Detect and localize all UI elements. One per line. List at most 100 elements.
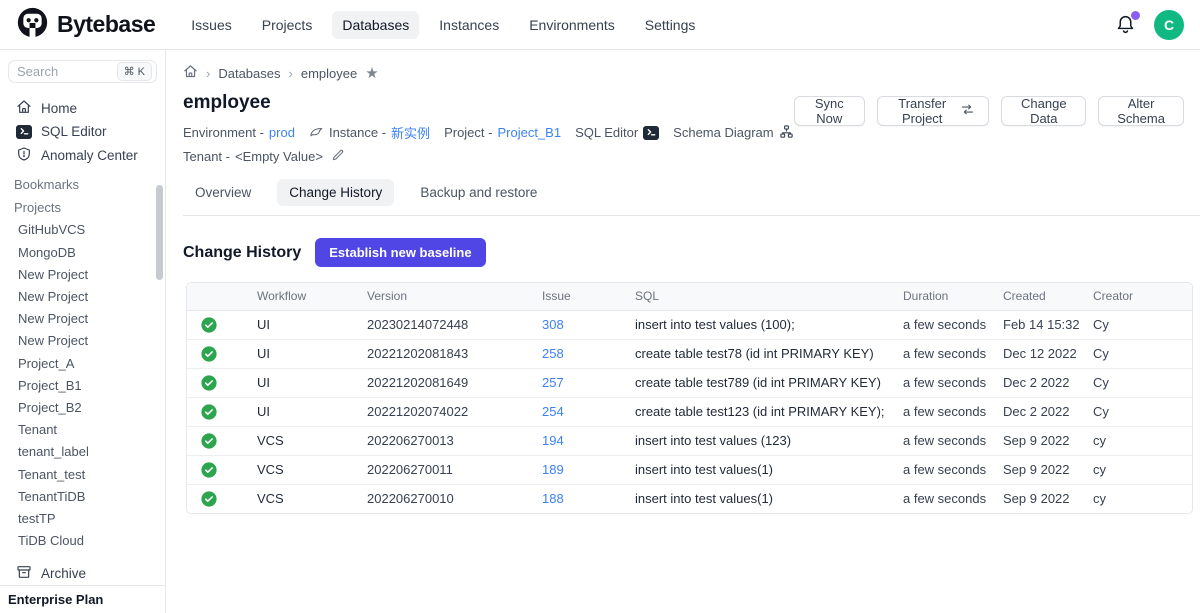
workflow-cell: UI [257,339,367,368]
version-cell: 20221202074022 [367,397,542,426]
sidebar-scrollbar[interactable] [156,185,163,280]
sql-editor-shortcut[interactable]: SQL Editor [575,125,659,140]
workflow-cell: VCS [257,455,367,484]
issue-cell: 188 [542,484,635,513]
tab-backup-restore[interactable]: Backup and restore [408,179,549,206]
sql-cell: create table test123 (id int PRIMARY KEY… [635,397,903,426]
issue-cell: 254 [542,397,635,426]
database-meta-row: Environment - prod Instance - 新实例 P [183,123,794,142]
main-content: › Databases › employee ★ employee Enviro… [166,50,1200,613]
created-cell: Feb 14 15:32 [1003,310,1093,339]
column-header: Version [367,283,542,310]
sql-cell: create table test789 (id int PRIMARY KEY… [635,368,903,397]
table-row[interactable]: UI 20221202081649 257 create table test7… [187,368,1193,397]
sidebar-project-item[interactable]: New Project [0,308,165,330]
shield-icon [16,146,32,165]
issue-link[interactable]: 194 [542,433,564,448]
nav-item-settings[interactable]: Settings [635,11,706,39]
sidebar-project-item[interactable]: testTP [0,507,165,529]
sidebar-project-item[interactable]: Project_B1 [0,374,165,396]
sidebar: ⌘ K Home SQL Editor [0,50,166,613]
sidebar-project-item[interactable]: tenant_label [0,441,165,463]
status-cell [187,455,257,484]
sidebar-project-item[interactable]: New Project [0,330,165,352]
breadcrumb-employee[interactable]: employee [301,66,357,81]
breadcrumb-databases[interactable]: Databases [218,66,280,81]
sidebar-project-item[interactable]: Project_B2 [0,396,165,418]
project-link[interactable]: Project_B1 [497,125,561,140]
nav-item-environments[interactable]: Environments [519,11,625,39]
issue-link[interactable]: 257 [542,375,564,390]
sidebar-project-item[interactable]: TiDB Cloud [0,530,165,552]
column-header: Created [1003,283,1093,310]
sidebar-item-anomaly-center[interactable]: Anomaly Center [0,144,165,167]
status-cell [187,484,257,513]
avatar[interactable]: C [1154,10,1184,40]
table-row[interactable]: VCS 202206270010 188 insert into test va… [187,484,1193,513]
issue-link[interactable]: 258 [542,346,564,361]
environment-link[interactable]: prod [269,125,295,140]
nav-item-projects[interactable]: Projects [252,11,323,39]
edit-pencil-icon[interactable] [331,148,345,165]
terminal-icon [643,126,659,140]
issue-link[interactable]: 189 [542,462,564,477]
breadcrumb-home-icon[interactable] [183,64,198,82]
breadcrumb-separator: › [289,66,293,81]
version-cell: 202206270011 [367,455,542,484]
sidebar-item-archive[interactable]: Archive [0,562,165,585]
creator-cell: Cy [1093,397,1193,426]
issue-cell: 308 [542,310,635,339]
sidebar-project-item[interactable]: Tenant [0,419,165,441]
table-row[interactable]: UI 20221202081843 258 create table test7… [187,339,1193,368]
issue-cell: 257 [542,368,635,397]
transfer-arrows-icon [960,102,975,120]
issue-cell: 258 [542,339,635,368]
instance-link[interactable]: 新实例 [391,123,430,142]
nav-item-issues[interactable]: Issues [181,11,241,39]
table-row[interactable]: VCS 202206270013 194 insert into test va… [187,426,1193,455]
sidebar-project-item[interactable]: Project_A [0,352,165,374]
notification-bell-icon[interactable] [1115,14,1136,35]
table-row[interactable]: UI 20230214072448 308 insert into test v… [187,310,1193,339]
schema-diagram-shortcut[interactable]: Schema Diagram [673,124,793,142]
duration-cell: a few seconds [903,455,1003,484]
nav-item-databases[interactable]: Databases [332,11,419,39]
search-input[interactable] [17,64,103,79]
issue-link[interactable]: 308 [542,317,564,332]
status-done-icon [201,375,257,391]
tab-change-history[interactable]: Change History [277,179,394,206]
page-actions: Sync Now Transfer Project Change Data Al… [794,92,1184,165]
nav-item-instances[interactable]: Instances [429,11,509,39]
search-box[interactable]: ⌘ K [8,60,157,83]
created-cell: Sep 9 2022 [1003,484,1093,513]
search-shortcut-badge: ⌘ K [117,62,152,81]
created-cell: Dec 2 2022 [1003,368,1093,397]
tab-overview[interactable]: Overview [183,179,263,206]
notification-dot [1131,11,1140,20]
sidebar-project-item[interactable]: Tenant_test [0,463,165,485]
issue-link[interactable]: 188 [542,491,564,506]
change-data-button[interactable]: Change Data [1001,96,1086,126]
brand[interactable]: Bytebase [16,6,155,44]
sync-now-button[interactable]: Sync Now [794,96,865,126]
sidebar-project-item[interactable]: TenantTiDB [0,485,165,507]
sidebar-project-item[interactable]: GitHubVCS [0,219,165,241]
sidebar-project-item[interactable]: MongoDB [0,241,165,263]
status-done-icon [201,491,257,507]
table-row[interactable]: UI 20221202074022 254 create table test1… [187,397,1193,426]
sidebar-project-item[interactable]: New Project [0,263,165,285]
sidebar-project-item[interactable]: New Project [0,285,165,307]
table-row[interactable]: VCS 202206270011 189 insert into test va… [187,455,1193,484]
bookmark-star-icon[interactable]: ★ [365,66,378,81]
sidebar-item-home[interactable]: Home [0,97,165,120]
sidebar-item-sql-editor[interactable]: SQL Editor [0,120,165,143]
table-header-row: WorkflowVersionIssueSQLDurationCreatedCr… [187,283,1193,310]
change-history-table: WorkflowVersionIssueSQLDurationCreatedCr… [186,282,1193,514]
duration-cell: a few seconds [903,310,1003,339]
transfer-project-button[interactable]: Transfer Project [877,96,989,126]
sql-cell: insert into test values(1) [635,484,903,513]
issue-link[interactable]: 254 [542,404,564,419]
establish-baseline-button[interactable]: Establish new baseline [315,238,485,267]
alter-schema-button[interactable]: Alter Schema [1098,96,1184,126]
duration-cell: a few seconds [903,368,1003,397]
